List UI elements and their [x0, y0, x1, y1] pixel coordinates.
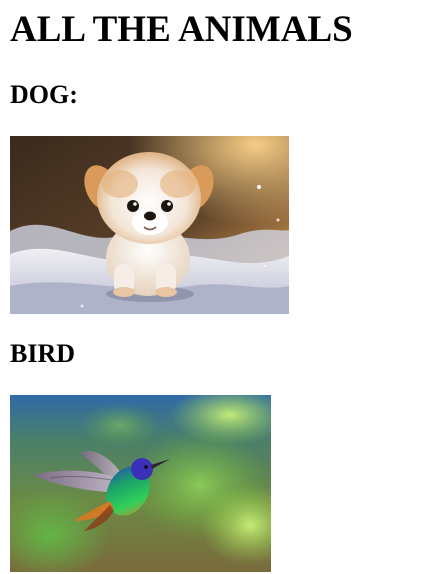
- page-title: ALL THE ANIMALS: [10, 9, 353, 50]
- section-heading-dog: DOG:: [10, 80, 78, 109]
- dog-image: [10, 136, 289, 314]
- bird-image: [10, 395, 271, 572]
- section-heading-bird: BIRD: [10, 339, 76, 368]
- page: ALL THE ANIMALS DOG: BIRD: [0, 0, 439, 574]
